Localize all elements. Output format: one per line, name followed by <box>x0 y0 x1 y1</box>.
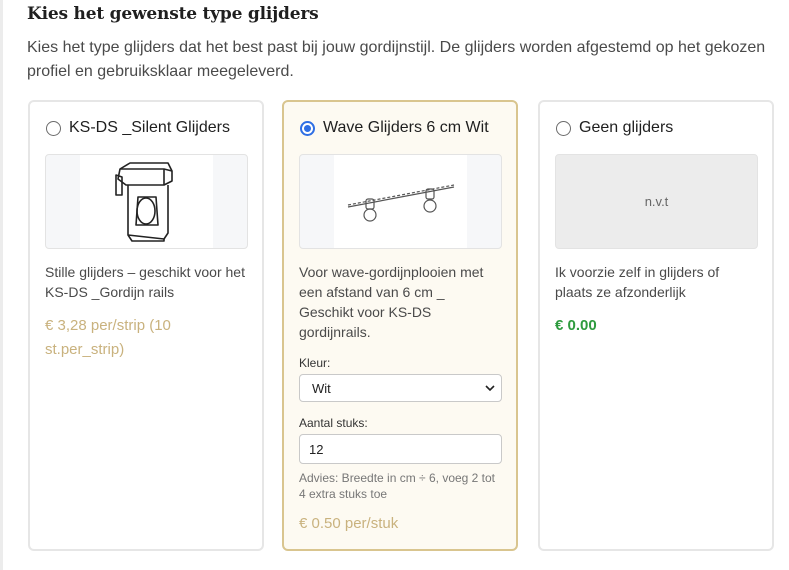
option-image-box <box>45 154 248 249</box>
option-description: Ik voorzie zelf in glijders of plaats ze… <box>555 264 720 300</box>
quantity-label: Aantal stuks: <box>299 416 368 430</box>
option-price: € 0.50 per/stuk <box>299 515 399 532</box>
option-title: Wave Glijders 6 cm Wit <box>323 119 489 136</box>
option-price: € 0.00 <box>555 317 597 334</box>
option-card-geen-glijders[interactable]: Geen glijders n.v.t Ik voorzie zelf in g… <box>538 100 774 551</box>
option-price: € 3,28 per/strip (10 st.per_strip) <box>45 317 171 358</box>
chevron-down-icon <box>485 385 495 392</box>
radio-button[interactable] <box>556 120 571 136</box>
silent-glider-image <box>80 155 213 248</box>
left-divider <box>0 0 3 570</box>
option-description: Voor wave-gordijnplooien met een afstand… <box>299 264 484 340</box>
color-select-value: Wit <box>312 380 331 396</box>
option-image-placeholder: n.v.t <box>555 154 758 249</box>
quantity-advice: Advies: Breedte in cm ÷ 6, voeg 2 tot 4 … <box>299 471 496 501</box>
section-title: Kies het gewenste type glijders <box>27 4 319 24</box>
image-placeholder-text: n.v.t <box>644 194 669 209</box>
option-radio-row[interactable]: Wave Glijders 6 cm Wit <box>300 119 489 137</box>
color-select[interactable]: Wit <box>299 374 502 402</box>
option-radio-row[interactable]: Geen glijders <box>556 119 673 137</box>
option-description: Stille glijders – geschikt voor het KS-D… <box>45 264 245 300</box>
silent-glider-icon <box>115 162 173 242</box>
section-intro: Kies het type glijders dat het best past… <box>27 39 766 80</box>
radio-button-checked[interactable] <box>300 120 315 136</box>
option-radio-row[interactable]: KS-DS _Silent Glijders <box>46 119 230 137</box>
option-image-box <box>299 154 502 249</box>
color-label: Kleur: <box>299 356 331 370</box>
option-title: KS-DS _Silent Glijders <box>69 119 230 136</box>
radio-button[interactable] <box>46 120 61 136</box>
option-card-ks-ds-silent[interactable]: KS-DS _Silent Glijders Stille glijders –… <box>28 100 264 551</box>
wave-glider-icon <box>347 184 455 222</box>
option-title: Geen glijders <box>579 119 674 136</box>
quantity-input[interactable]: 12 <box>299 434 502 464</box>
wave-glider-image <box>334 155 467 248</box>
option-card-wave-6cm[interactable]: Wave Glijders 6 cm Wit Voor wave-gordijn… <box>282 100 518 551</box>
